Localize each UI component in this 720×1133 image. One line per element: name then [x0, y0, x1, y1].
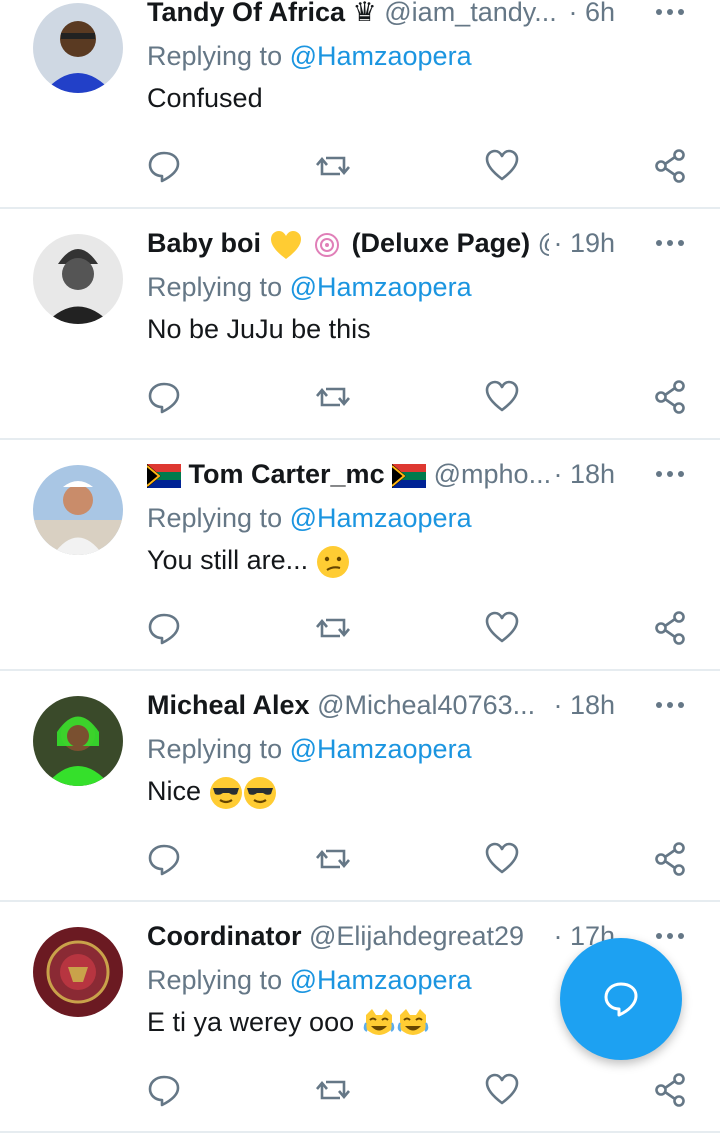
- tweet-text-wrap: You still are...: [147, 542, 350, 579]
- tweet[interactable]: Tom Carter_mc @mpho... · 18h Replying to…: [0, 440, 720, 671]
- lollipop-emoji: [315, 232, 340, 257]
- more-options-icon[interactable]: [654, 693, 686, 717]
- tweet-header: Tandy Of Africa ♛ @iam_tandy...: [147, 0, 610, 30]
- user-handle[interactable]: @mpho...: [434, 459, 551, 489]
- tweet-header: Tom Carter_mc @mpho...: [147, 456, 610, 492]
- tweet[interactable]: Micheal Alex @Micheal40763... · 18h Repl…: [0, 671, 720, 902]
- mention-link[interactable]: @Hamzaopera: [290, 41, 472, 71]
- reply-icon[interactable]: [146, 148, 182, 184]
- avatar[interactable]: [33, 234, 123, 324]
- display-name[interactable]: Coordinator: [147, 921, 302, 951]
- user-handle[interactable]: @Elijahdegreat29: [309, 921, 524, 951]
- tweet-text-wrap: E ti ya werey ooo: [147, 1004, 430, 1041]
- replying-to-label: Replying to: [147, 41, 290, 71]
- replying-to-label: Replying to: [147, 965, 290, 995]
- timestamp[interactable]: · 18h: [549, 687, 615, 723]
- tweet-text: You still are...: [147, 545, 309, 575]
- replying-to: Replying to @Hamzaopera: [147, 269, 472, 305]
- mention-link[interactable]: @Hamzaopera: [290, 503, 472, 533]
- confused-face-emoji: [316, 545, 349, 578]
- heart-icon[interactable]: [484, 379, 520, 415]
- tweet-text: No be JuJu be this: [147, 314, 371, 344]
- mention-link[interactable]: @Hamzaopera: [290, 965, 472, 995]
- display-name[interactable]: Baby boi: [147, 228, 261, 258]
- replying-to: Replying to @Hamzaopera: [147, 962, 472, 998]
- more-options-icon[interactable]: [654, 924, 686, 948]
- display-name-suffix[interactable]: (Deluxe Page): [352, 228, 531, 258]
- replying-to-label: Replying to: [147, 272, 290, 302]
- more-options-icon[interactable]: [654, 231, 686, 255]
- mention-link[interactable]: @Hamzaopera: [290, 734, 472, 764]
- reply-icon[interactable]: [146, 841, 182, 877]
- retweet-icon[interactable]: [315, 379, 351, 415]
- replying-to-label: Replying to: [147, 734, 290, 764]
- share-icon[interactable]: [652, 379, 688, 415]
- retweet-icon[interactable]: [315, 610, 351, 646]
- retweet-icon[interactable]: [315, 1072, 351, 1108]
- replying-to: Replying to @Hamzaopera: [147, 500, 472, 536]
- avatar[interactable]: [33, 696, 123, 786]
- display-name[interactable]: Tandy Of Africa ♛: [147, 0, 377, 27]
- tweet-header: Coordinator @Elijahdegreat29: [147, 918, 610, 954]
- cat-tears-of-joy-emoji: [363, 1008, 394, 1035]
- more-options-icon[interactable]: [654, 462, 686, 486]
- timestamp[interactable]: · 6h: [564, 0, 615, 30]
- replying-to: Replying to @Hamzaopera: [147, 731, 472, 767]
- compose-reply-icon: [604, 982, 638, 1017]
- heart-icon[interactable]: [484, 610, 520, 646]
- tweet-text-wrap: Nice: [147, 773, 277, 810]
- sunglasses-face-emoji: [243, 776, 276, 809]
- heart-icon[interactable]: [484, 841, 520, 877]
- tweet-actions: [0, 148, 720, 188]
- tweet-text: Nice: [147, 776, 202, 806]
- tweet-header: Micheal Alex @Micheal40763...: [147, 687, 610, 723]
- tweet-actions: [0, 841, 720, 881]
- reply-icon[interactable]: [146, 379, 182, 415]
- avatar[interactable]: [33, 927, 123, 1017]
- share-icon[interactable]: [652, 610, 688, 646]
- reply-icon[interactable]: [146, 1072, 182, 1108]
- tweet-text: E ti ya werey ooo: [147, 1007, 355, 1037]
- user-handle[interactable]: @Micheal40763...: [317, 690, 535, 720]
- heart-icon[interactable]: [484, 1072, 520, 1108]
- tweet[interactable]: Baby boi (Deluxe Page) @ · 19h Replying …: [0, 209, 720, 440]
- tweet-actions: [0, 1072, 720, 1112]
- user-handle[interactable]: @iam_tandy...: [384, 0, 556, 27]
- heart-icon[interactable]: [484, 148, 520, 184]
- cat-tears-of-joy-emoji: [397, 1008, 428, 1035]
- south-africa-flag-emoji: [392, 463, 427, 488]
- tweet[interactable]: Tandy Of Africa ♛ @iam_tandy... · 6h Rep…: [0, 0, 720, 209]
- yellow-heart-emoji: [270, 230, 301, 259]
- tweet-actions: [0, 379, 720, 419]
- more-options-icon[interactable]: [654, 0, 686, 24]
- tweet-text: Confused: [147, 83, 263, 113]
- reply-icon[interactable]: [146, 610, 182, 646]
- display-name[interactable]: Micheal Alex: [147, 690, 310, 720]
- timestamp[interactable]: · 18h: [549, 456, 615, 492]
- mention-link[interactable]: @Hamzaopera: [290, 272, 472, 302]
- share-icon[interactable]: [652, 1072, 688, 1108]
- timestamp[interactable]: · 19h: [549, 225, 615, 261]
- tweet-actions: [0, 610, 720, 650]
- sunglasses-face-emoji: [209, 776, 242, 809]
- retweet-icon[interactable]: [315, 841, 351, 877]
- share-icon[interactable]: [652, 148, 688, 184]
- tweet-header: Baby boi (Deluxe Page) @: [147, 225, 610, 261]
- display-name[interactable]: Tom Carter_mc: [189, 459, 385, 489]
- avatar[interactable]: [33, 3, 123, 93]
- compose-reply-button[interactable]: [560, 938, 682, 1060]
- avatar[interactable]: [33, 465, 123, 555]
- retweet-icon[interactable]: [315, 148, 351, 184]
- replying-to-label: Replying to: [147, 503, 290, 533]
- south-africa-flag-emoji: [147, 463, 181, 488]
- replying-to: Replying to @Hamzaopera: [147, 38, 472, 74]
- share-icon[interactable]: [652, 841, 688, 877]
